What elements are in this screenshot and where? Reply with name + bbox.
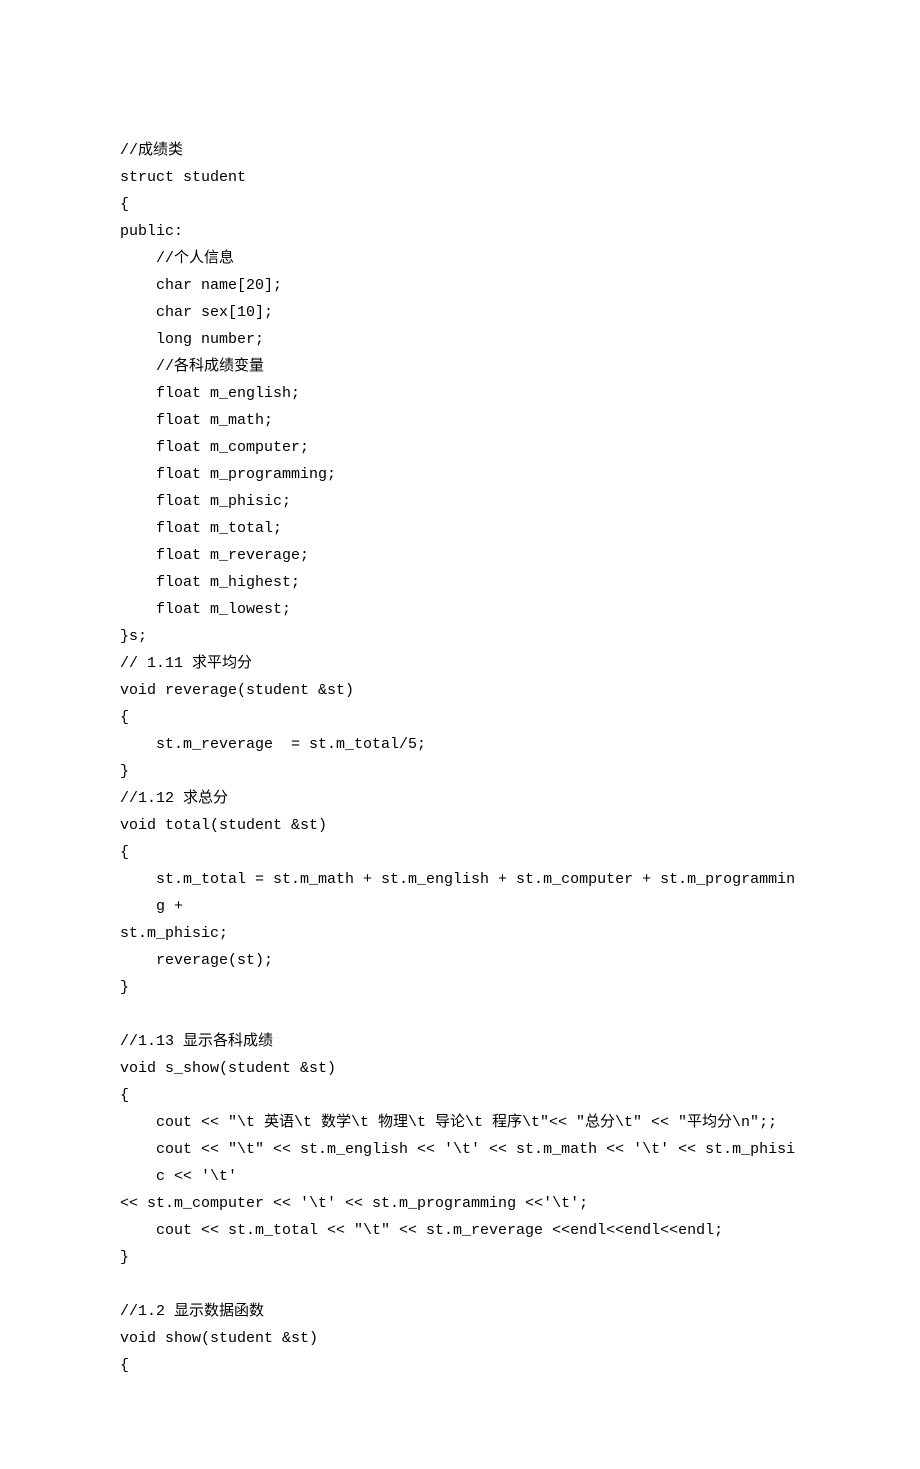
code-line: //1.12 求总分: [120, 790, 228, 807]
code-line: float m_highest;: [120, 569, 800, 596]
code-line: {: [120, 1357, 129, 1374]
code-line: float m_lowest;: [120, 596, 800, 623]
code-line: {: [120, 196, 129, 213]
code-line: public:: [120, 223, 183, 240]
code-line: << st.m_computer << '\t' << st.m_program…: [120, 1195, 588, 1212]
code-line: float m_math;: [120, 407, 800, 434]
code-line: cout << st.m_total << "\t" << st.m_rever…: [120, 1217, 800, 1244]
code-line: float m_total;: [120, 515, 800, 542]
code-line: reverage(st);: [120, 947, 800, 974]
code-line: //个人信息: [120, 245, 800, 272]
code-line: //成绩类: [120, 142, 183, 159]
code-line: char name[20];: [120, 272, 800, 299]
code-line: struct student: [120, 169, 246, 186]
code-line: float m_phisic;: [120, 488, 800, 515]
code-line: }: [120, 979, 129, 996]
code-line: char sex[10];: [120, 299, 800, 326]
code-line: st.m_reverage = st.m_total/5;: [120, 731, 800, 758]
code-line: float m_english;: [120, 380, 800, 407]
code-line: cout << "\t 英语\t 数学\t 物理\t 导论\t 程序\t"<< …: [120, 1109, 800, 1136]
code-line: }: [120, 763, 129, 780]
code-line: {: [120, 709, 129, 726]
code-line: }: [120, 1249, 129, 1266]
code-document: //成绩类 struct student { public: //个人信息cha…: [0, 0, 920, 1469]
code-line: }s;: [120, 628, 147, 645]
code-line: void total(student &st): [120, 817, 327, 834]
code-line: //1.2 显示数据函数: [120, 1303, 264, 1320]
code-line: st.m_total = st.m_math + st.m_english + …: [120, 866, 800, 920]
code-line: st.m_phisic;: [120, 925, 228, 942]
code-line: void reverage(student &st): [120, 682, 354, 699]
code-line: cout << "\t" << st.m_english << '\t' << …: [120, 1136, 800, 1190]
code-line: float m_programming;: [120, 461, 800, 488]
code-line: //1.13 显示各科成绩: [120, 1033, 273, 1050]
code-line: // 1.11 求平均分: [120, 655, 252, 672]
code-line: void show(student &st): [120, 1330, 318, 1347]
code-line: long number;: [120, 326, 800, 353]
code-line: {: [120, 1087, 129, 1104]
code-line: void s_show(student &st): [120, 1060, 336, 1077]
code-line: float m_computer;: [120, 434, 800, 461]
code-line: float m_reverage;: [120, 542, 800, 569]
code-line: {: [120, 844, 129, 861]
code-line: //各科成绩变量: [120, 353, 800, 380]
